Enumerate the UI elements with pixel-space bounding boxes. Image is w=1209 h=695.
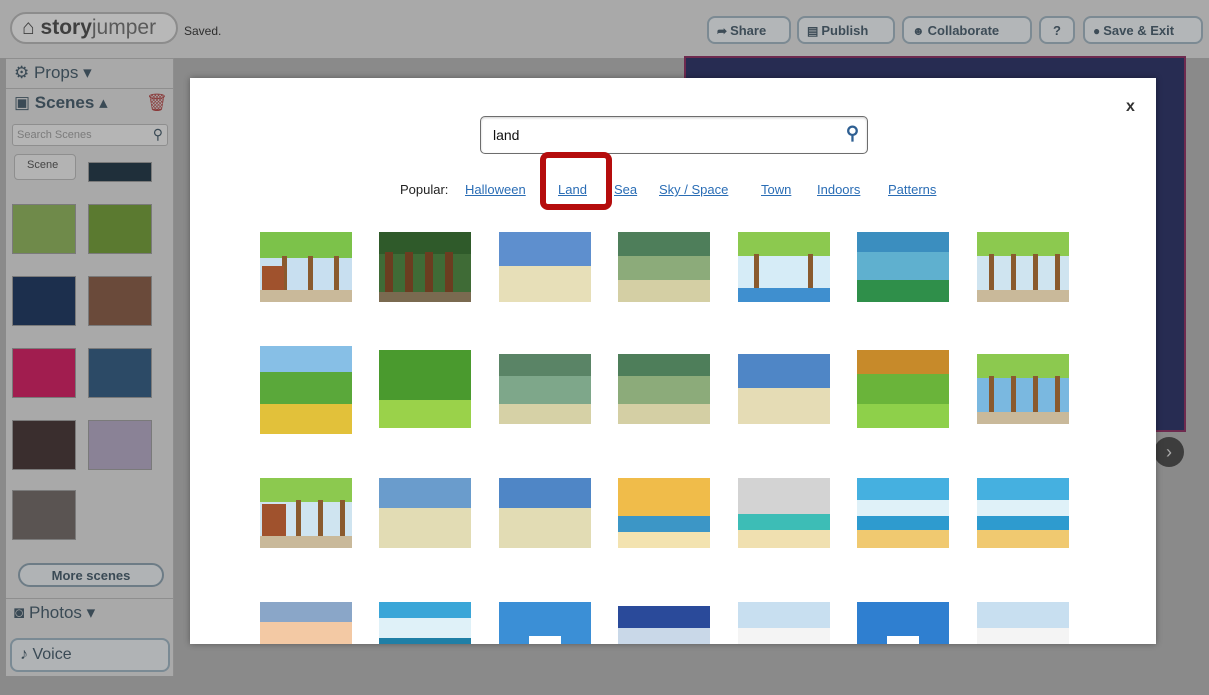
scene-thumbnail[interactable] [618,354,710,424]
scene-thumbnail[interactable] [618,606,710,644]
search-icon[interactable]: ⚲ [153,126,163,143]
scene-thumbnail[interactable] [738,232,830,302]
popular-link-sea[interactable]: Sea [614,182,637,197]
scene-picker-modal: x ⚲ Popular: Halloween Land Sea Sky / Sp… [190,78,1156,644]
chevron-up-icon: ▴ [99,93,108,112]
scene-thumbnail[interactable] [738,602,830,644]
scene-search-field[interactable] [493,125,823,145]
scene-thumb[interactable] [88,276,152,326]
more-scenes-label: More scenes [51,568,131,583]
popular-link-patterns[interactable]: Patterns [888,182,936,197]
logo-text-light: jumper [91,16,157,39]
scene-thumbnail[interactable] [499,478,591,548]
share-icon: ➦ [717,24,728,38]
scene-thumbnail[interactable] [379,478,471,548]
scene-thumb[interactable] [12,490,76,540]
voice-button[interactable]: ♪ Voice [10,638,170,672]
scene-thumbnail[interactable] [977,602,1069,644]
scene-tab[interactable]: Scene [14,154,76,180]
disc-icon: ● [1093,24,1101,38]
collaborate-button[interactable]: ☻ Collaborate [902,16,1032,44]
scene-thumbnail[interactable] [379,350,471,428]
publish-button[interactable]: ▤ Publish [797,16,895,44]
chevron-down-icon: ▾ [86,603,96,622]
search-icon[interactable]: ⚲ [846,123,859,144]
save-status: Saved. [184,24,222,38]
scene-thumbnail[interactable] [499,602,591,644]
scene-thumbnail[interactable] [379,232,471,302]
microphone-icon: ♪ [20,646,33,663]
voice-label: Voice [32,646,72,663]
scene-search-placeholder: Search Scenes [17,129,92,141]
more-scenes-button[interactable]: More scenes [18,563,164,587]
scene-thumbnail[interactable] [618,232,710,302]
scene-search-input[interactable]: Search Scenes ⚲ [12,124,168,146]
photos-label: Photos [29,603,82,622]
popular-link-town[interactable]: Town [761,182,791,197]
editor-topbar: ⌂ storyjumper Saved. ➦ Share ▤ Publish ☻ Co… [0,0,1209,58]
next-page-arrow-icon[interactable]: › [1154,437,1184,467]
props-icon: ⚙ [14,63,34,82]
scene-thumb[interactable] [12,204,76,254]
scene-search-box[interactable]: ⚲ [480,116,868,154]
save-exit-label: Save & Exit [1103,23,1175,38]
props-section-header[interactable]: ⚙ Props ▾ [6,58,174,88]
scene-thumbnail[interactable] [738,478,830,548]
scene-thumbnail[interactable] [857,350,949,428]
share-label: Share [730,23,767,38]
camera-icon: ◙ [14,603,29,622]
scene-thumbnail[interactable] [618,478,710,548]
scene-thumb[interactable] [88,162,152,182]
scene-thumbnail[interactable] [738,354,830,424]
scene-thumbnail[interactable] [857,478,949,548]
help-button[interactable]: ? [1039,16,1075,44]
scene-thumbnail[interactable] [977,232,1069,302]
logo-text-bold: story [40,16,92,39]
popular-link-halloween[interactable]: Halloween [465,182,526,197]
scene-thumb[interactable] [88,204,152,254]
scene-thumbnail[interactable] [260,602,352,644]
book-icon: ▤ [807,24,819,38]
users-icon: ☻ [912,24,925,38]
scene-thumbnail[interactable] [260,478,352,548]
scene-thumbnail[interactable] [379,602,471,644]
editor-sidebar: ⚙ Props ▾ ▣ Scenes ▴ 🗑 Search Scenes ⚲ S… [6,58,174,676]
scenes-section-header[interactable]: ▣ Scenes ▴ 🗑 [6,88,174,118]
props-label: Props [33,63,79,82]
scene-tab-label: Scene [27,159,59,171]
scene-thumb[interactable] [88,420,152,470]
scene-thumbnail[interactable] [857,232,949,302]
popular-link-indoors[interactable]: Indoors [817,182,860,197]
scene-thumbnail[interactable] [977,354,1069,424]
share-button[interactable]: ➦ Share [707,16,791,44]
scene-thumbnail[interactable] [857,602,949,644]
storyjumper-logo[interactable]: ⌂ storyjumper [10,12,178,44]
help-label: ? [1053,23,1061,38]
land-link-highlight [540,152,612,210]
scene-thumbnail[interactable] [260,232,352,302]
scene-thumbnail[interactable] [977,478,1069,548]
scene-thumbnail[interactable] [499,232,591,302]
logo-mark-icon: ⌂ [22,16,41,39]
image-icon: ▣ [14,93,35,112]
photos-section-header[interactable]: ◙ Photos ▾ [6,598,174,628]
scene-thumb[interactable] [12,348,76,398]
scene-thumb[interactable] [88,348,152,398]
publish-label: Publish [821,23,869,38]
save-exit-button[interactable]: ● Save & Exit [1083,16,1203,44]
trash-icon[interactable]: 🗑 [146,93,168,113]
popular-link-sky-space[interactable]: Sky / Space [659,182,728,197]
chevron-down-icon: ▾ [83,63,92,82]
scene-thumbnail[interactable] [499,354,591,424]
scene-thumbnail[interactable] [260,346,352,434]
popular-label: Popular: [400,182,449,197]
collaborate-label: Collaborate [927,23,1000,38]
scene-thumb[interactable] [12,420,76,470]
scenes-label: Scenes [34,93,95,112]
scene-thumb[interactable] [12,276,76,326]
close-button[interactable]: x [1126,98,1135,116]
